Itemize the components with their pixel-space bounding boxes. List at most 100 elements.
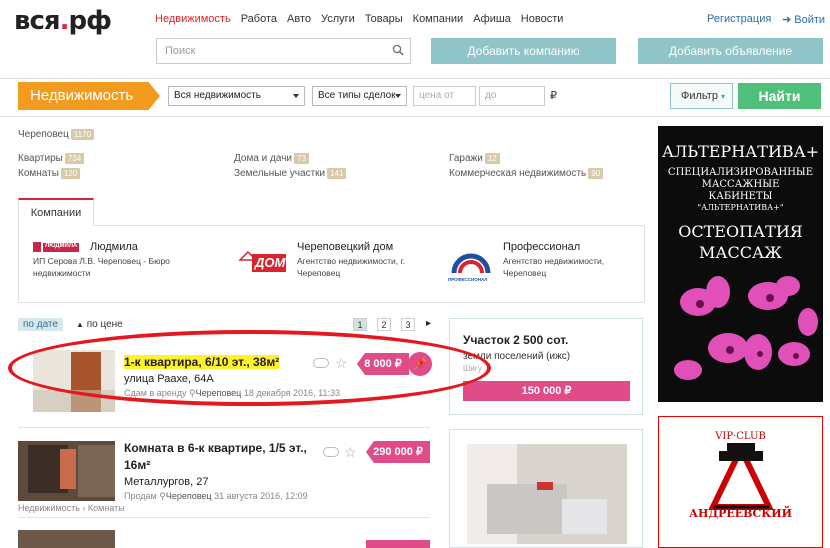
search-icon[interactable]: [392, 44, 404, 56]
compare-toggle-icon[interactable]: [323, 447, 339, 457]
nav-item-auto[interactable]: Авто: [287, 13, 311, 25]
page-2[interactable]: 2: [377, 318, 391, 331]
category-label: Коммерческая недвижимость: [449, 168, 587, 179]
nav-item-jobs[interactable]: Работа: [241, 13, 277, 25]
company-name[interactable]: Людмила: [90, 241, 138, 253]
category-label: Земельные участки: [234, 168, 326, 179]
company-logo-professional-icon: [451, 253, 491, 274]
count-badge: 1170: [70, 129, 95, 140]
listing-divider: [18, 517, 430, 518]
category-link[interactable]: Земельные участки 141: [234, 168, 347, 179]
ad-banner-vip-club[interactable]: VIP·CLUB АНДРЕЕВСКИЙ: [658, 416, 823, 548]
listing-divider: [18, 427, 430, 428]
listing-address: Металлургов, 27: [124, 476, 209, 488]
city-link[interactable]: Череповец 1170: [18, 129, 95, 140]
company-logo-professional[interactable]: ПРОФЕССИОНАЛ: [448, 243, 494, 285]
search-placeholder: Поиск: [165, 45, 196, 57]
company-desc: Агентство недвижимости, г. Череповец: [297, 256, 405, 278]
page-1[interactable]: 1: [353, 318, 367, 331]
realty-type-value: Вся недвижимость: [174, 90, 261, 101]
category-label: Комнаты: [18, 168, 59, 179]
count-badge: 141: [327, 168, 347, 179]
register-link[interactable]: Регистрация: [707, 13, 771, 25]
price-from-input[interactable]: цена от: [413, 86, 476, 106]
highlight-oval: [8, 330, 491, 406]
category-link[interactable]: Квартиры 734: [18, 153, 85, 164]
category-link[interactable]: Коммерческая недвижимость 90: [449, 168, 604, 179]
page-3[interactable]: 3: [401, 318, 415, 331]
category-link[interactable]: Дома и дачи 73: [234, 153, 309, 164]
logo-text: ПРОФЕССИОНАЛ: [448, 277, 488, 282]
login-link[interactable]: ➜ Войти: [782, 13, 825, 26]
ad-banner-alternativa[interactable]: АЛЬТЕРНАТИВА+ СПЕЦИАЛИЗИРОВАННЫЕ МАССАЖН…: [658, 126, 823, 402]
company-name[interactable]: Череповецкий дом: [297, 241, 393, 253]
nav-item-realty[interactable]: Недвижимость: [155, 13, 231, 25]
category-label: Гаражи: [449, 153, 483, 164]
company-name[interactable]: Профессионал: [503, 241, 580, 253]
count-badge: 12: [484, 153, 500, 164]
company-logo-dom[interactable]: ДОМ: [238, 248, 286, 276]
login-label: Войти: [794, 14, 826, 26]
ad-text: VIP·CLUB: [715, 431, 766, 442]
listing-photo[interactable]: [18, 530, 115, 548]
ad-text: КАБИНЕТЫ: [708, 191, 773, 202]
search-input[interactable]: Поиск: [156, 38, 411, 64]
company-desc: ИП Серова Л.В. Череповец - Бюро недвижим…: [33, 256, 170, 278]
section-label: Недвижимость: [18, 82, 160, 110]
add-company-button[interactable]: Добавить компанию: [431, 38, 616, 64]
nav-item-news[interactable]: Новости: [521, 13, 564, 25]
filter-divider: [0, 116, 830, 117]
category-link[interactable]: Комнаты 120: [18, 168, 81, 179]
promo-photo: [467, 444, 627, 544]
next-page-icon[interactable]: ▸: [426, 318, 431, 329]
listing-city: Череповец: [165, 491, 212, 501]
count-badge: 120: [60, 168, 81, 179]
company-desc: Агентство недвижимости, Череповец: [503, 256, 605, 278]
sort-by-date[interactable]: по дате: [18, 318, 63, 331]
promo-price: 150 000 ₽: [463, 381, 630, 401]
ad-text: МАССАЖНЫЕ: [701, 179, 780, 190]
listing-meta: Продам ⚲Череповец 31 августа 2016, 12:09: [124, 491, 308, 502]
ad-text: МАССАЖ: [698, 243, 783, 262]
sort-by-price-label: по цене: [86, 319, 123, 330]
breadcrumb-item[interactable]: Комнаты: [88, 503, 125, 513]
category-link[interactable]: Гаражи 12: [449, 153, 500, 164]
price-to-input[interactable]: до: [479, 86, 545, 106]
orchid-image: [674, 276, 818, 380]
listing-price: [366, 540, 430, 548]
find-button[interactable]: Найти: [738, 83, 821, 109]
ad-text: СПЕЦИАЛИЗИРОВАННЫЕ: [667, 167, 814, 178]
site-logo[interactable]: вся.рф: [14, 6, 112, 36]
location-pin-icon: ⚲: [159, 491, 166, 501]
deal-type-select[interactable]: Все типы сделок: [312, 86, 407, 106]
realty-type-select[interactable]: Вся недвижимость: [168, 86, 305, 106]
ad-text: "АЛЬТЕРНАТИВА+": [697, 203, 784, 212]
add-listing-button[interactable]: Добавить объявление: [638, 38, 823, 64]
nav-item-goods[interactable]: Товары: [365, 13, 403, 25]
breadcrumb: Недвижимость › Комнаты: [18, 503, 125, 513]
city-name: Череповец: [18, 129, 69, 140]
listing-photo[interactable]: [18, 441, 115, 501]
promo-card[interactable]: [449, 429, 643, 548]
tab-companies[interactable]: Компании: [18, 198, 94, 226]
ad-text: ОСТЕОПАТИЯ: [678, 222, 803, 241]
promo-title: Участок 2 500 сот.: [463, 333, 569, 347]
count-badge: 90: [588, 168, 604, 179]
sort-by-price[interactable]: ▲ по цене: [76, 319, 123, 330]
listing-title[interactable]: Комната в 6-к квартире, 1/5 эт., 16м²: [124, 441, 307, 472]
filter-button[interactable]: Фильтр ▾: [670, 83, 733, 109]
top-nav: Недвижимость Работа Авто Услуги Товары К…: [155, 13, 563, 25]
breadcrumb-item[interactable]: Недвижимость: [18, 503, 80, 513]
ad-text: АНДРЕЕВСКИЙ: [688, 507, 793, 520]
nav-item-events[interactable]: Афиша: [473, 13, 511, 25]
favorite-star-icon[interactable]: ☆: [344, 444, 357, 461]
count-badge: 734: [64, 153, 85, 164]
header-divider: [0, 78, 830, 79]
listing-price: 290 000 ₽: [366, 441, 430, 463]
deal-type-value: Все типы сделок: [318, 90, 396, 101]
filter-label: Фильтр: [681, 90, 718, 102]
nav-item-companies[interactable]: Компании: [413, 13, 464, 25]
nav-item-services[interactable]: Услуги: [321, 13, 355, 25]
company-logo-lyudmila[interactable]: ЛЮДМИЛА: [33, 240, 79, 256]
listing-title-line: Комната в 6-к квартире, 1/5 эт.,: [124, 441, 307, 455]
